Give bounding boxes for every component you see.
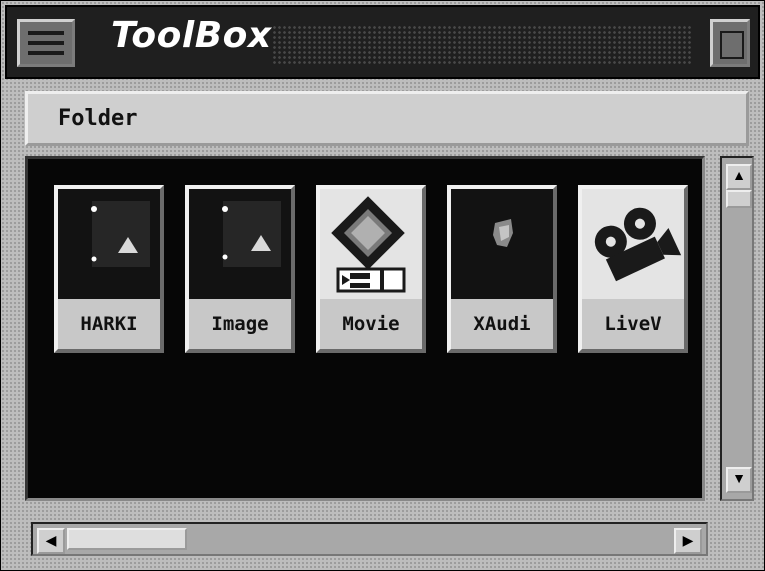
menu-bar-line bbox=[28, 41, 64, 45]
audio-icon bbox=[451, 189, 553, 299]
scroll-left-icon[interactable]: ◀ bbox=[37, 528, 65, 554]
tile-livev[interactable]: LiveV bbox=[578, 185, 688, 353]
maximize-icon bbox=[720, 31, 744, 59]
window-title: ToolBox bbox=[111, 15, 272, 56]
tile-label: HARKI bbox=[58, 299, 160, 349]
icon-pane: HARKI Image Movie XAudi LiveV bbox=[25, 156, 705, 501]
film-strip-icon bbox=[320, 189, 422, 299]
horizontal-scrollbar[interactable]: ◀ ▶ bbox=[31, 522, 708, 556]
tile-label: LiveV bbox=[582, 299, 684, 349]
folder-label: Folder bbox=[58, 106, 138, 131]
tile-image[interactable]: Image bbox=[185, 185, 295, 353]
maximize-button[interactable] bbox=[710, 19, 750, 67]
title-bar[interactable]: ToolBox bbox=[5, 5, 760, 79]
title-texture bbox=[272, 25, 692, 65]
scroll-up-icon[interactable]: ▲ bbox=[726, 164, 752, 190]
vertical-scrollbar[interactable]: ▲ ▼ bbox=[720, 156, 754, 501]
tile-label: Movie bbox=[320, 299, 422, 349]
menu-bar-line bbox=[28, 51, 64, 55]
tile-label: Image bbox=[189, 299, 291, 349]
tile-label: XAudi bbox=[451, 299, 553, 349]
toolbox-window: ToolBox Folder HARKI Image Movie XAudi L… bbox=[0, 0, 765, 571]
folder-header: Folder bbox=[25, 91, 749, 146]
movie-camera-icon bbox=[582, 189, 684, 299]
window-menu-button[interactable] bbox=[17, 19, 75, 67]
tile-harki[interactable]: HARKI bbox=[54, 185, 164, 353]
image-placeholder-icon bbox=[58, 189, 160, 299]
vertical-scroll-thumb[interactable] bbox=[726, 190, 752, 208]
image-placeholder-icon bbox=[189, 189, 291, 299]
tile-movie[interactable]: Movie bbox=[316, 185, 426, 353]
scroll-down-icon[interactable]: ▼ bbox=[726, 467, 752, 493]
horizontal-scroll-thumb[interactable] bbox=[67, 528, 187, 550]
scroll-right-icon[interactable]: ▶ bbox=[674, 528, 702, 554]
tile-xaudi[interactable]: XAudi bbox=[447, 185, 557, 353]
menu-bar-line bbox=[28, 31, 64, 35]
